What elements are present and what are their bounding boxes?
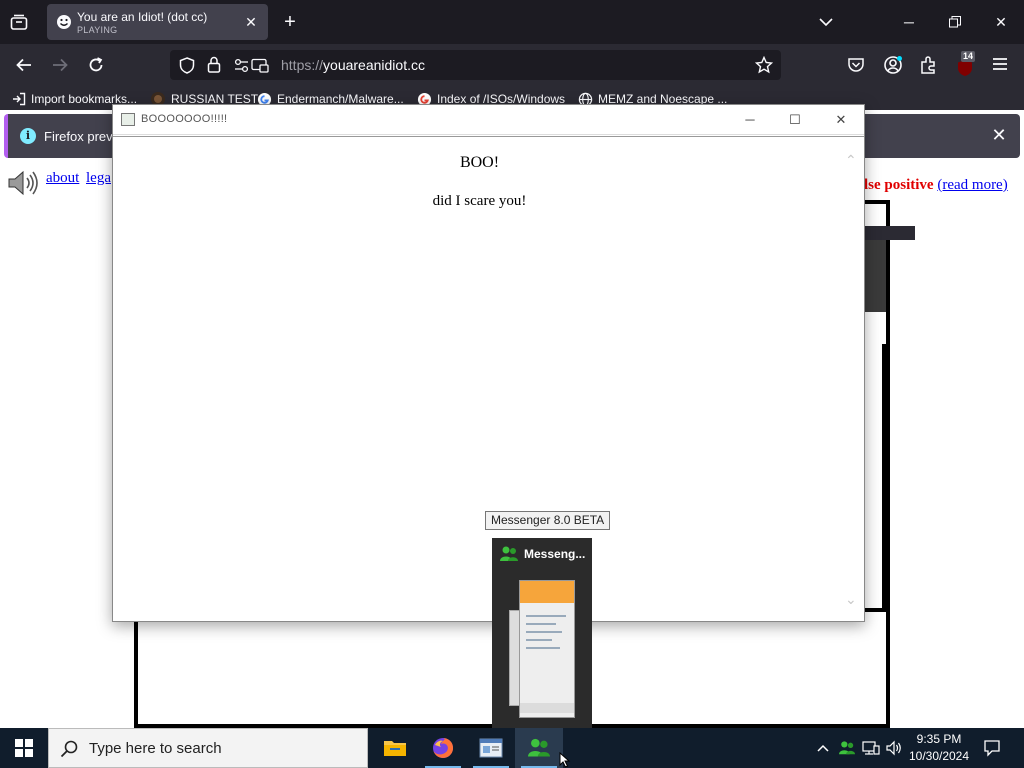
popup-close-button[interactable]: ✕ bbox=[821, 109, 861, 131]
pocket-icon[interactable] bbox=[847, 56, 865, 74]
network-icon bbox=[862, 741, 880, 755]
windows-taskbar: Type here to search 9:35 PM 10/30/2024 bbox=[0, 728, 1024, 768]
tabs-list-icon bbox=[10, 14, 28, 30]
volume-tray-button[interactable] bbox=[884, 728, 904, 768]
taskbar-tooltip: Messenger 8.0 BETA bbox=[485, 511, 611, 530]
thumbnail-preview-line bbox=[526, 631, 562, 633]
chevron-down-icon[interactable] bbox=[817, 13, 835, 31]
arrow-left-icon bbox=[16, 58, 31, 72]
show-hidden-icons-button[interactable] bbox=[814, 728, 832, 768]
about-link[interactable]: about bbox=[46, 170, 79, 187]
thumbnail-preview-footer bbox=[520, 703, 574, 713]
popup-heading: BOO! bbox=[459, 154, 500, 171]
false-positive-notice: lse positive (read more) bbox=[864, 177, 1008, 194]
clock-date: 10/30/2024 bbox=[908, 749, 970, 763]
system-clock[interactable]: 9:35 PM 10/30/2024 bbox=[905, 731, 973, 765]
tab-title: You are an Idiot! (dot cc) bbox=[77, 10, 208, 24]
legal-link[interactable]: lega bbox=[86, 170, 111, 187]
false-positive-text: lse positive bbox=[864, 177, 934, 193]
window-app-icon bbox=[121, 113, 135, 126]
lock-icon[interactable] bbox=[207, 56, 221, 73]
tab-strip: You are an Idiot! (dot cc) PLAYING ✕ + ─… bbox=[0, 0, 1024, 44]
app-window-taskbar-button[interactable] bbox=[467, 728, 515, 768]
shield-icon[interactable] bbox=[179, 57, 195, 74]
close-tab-icon[interactable]: ✕ bbox=[243, 14, 259, 30]
minimize-button[interactable]: ─ bbox=[886, 8, 932, 36]
list-all-tabs-button[interactable] bbox=[8, 11, 30, 33]
action-center-button[interactable] bbox=[978, 728, 1006, 768]
search-placeholder: Type here to search bbox=[89, 740, 222, 757]
messenger-icon bbox=[528, 738, 550, 757]
messenger-tray-icon bbox=[839, 741, 855, 755]
thumbnail-preview-header bbox=[520, 581, 574, 603]
read-more-link[interactable]: (read more) bbox=[937, 177, 1007, 193]
scroll-down-icon[interactable]: ⌄ bbox=[845, 591, 857, 608]
screen: You are an Idiot! (dot cc) PLAYING ✕ + ─… bbox=[0, 0, 1024, 768]
url-bar[interactable]: https://youareanidiot.cc bbox=[170, 50, 781, 80]
info-icon: i bbox=[20, 128, 36, 144]
tab-active[interactable]: You are an Idiot! (dot cc) PLAYING ✕ bbox=[47, 4, 268, 40]
popup-title: BOOOOOOO!!!!! bbox=[141, 113, 228, 125]
permissions-icon[interactable] bbox=[234, 58, 270, 73]
tab-playing-label: PLAYING bbox=[77, 25, 118, 35]
mouse-cursor-icon bbox=[559, 752, 571, 768]
volume-icon bbox=[886, 740, 901, 756]
thumbnail-window-preview bbox=[519, 580, 575, 718]
boo-popup-window[interactable]: BOOOOOOO!!!!! ─ ☐ ✕ BOO! did I scare you… bbox=[112, 104, 865, 622]
popup-titlebar[interactable]: BOOOOOOO!!!!! ─ ☐ ✕ bbox=[113, 105, 864, 135]
firefox-taskbar-button[interactable] bbox=[419, 728, 467, 768]
extension-badge: 14 bbox=[961, 51, 976, 62]
file-explorer-button[interactable] bbox=[371, 728, 419, 768]
url-scheme: https:// bbox=[281, 57, 324, 73]
new-tab-button[interactable]: + bbox=[280, 12, 300, 32]
messenger-thumbnail-preview[interactable]: Messeng... bbox=[492, 538, 592, 728]
restore-icon bbox=[949, 16, 961, 28]
restore-button[interactable] bbox=[932, 8, 978, 36]
hamburger-menu-icon[interactable] bbox=[991, 56, 1009, 72]
navigation-toolbar: https://youareanidiot.cc 14 bbox=[0, 44, 1024, 86]
forward-button[interactable] bbox=[46, 52, 74, 78]
messenger-tray-button[interactable] bbox=[836, 728, 858, 768]
folder-icon bbox=[384, 741, 406, 756]
close-window-button[interactable]: ✕ bbox=[978, 8, 1024, 36]
popup-minimize-button[interactable]: ─ bbox=[730, 109, 770, 131]
thumbnail-preview-line bbox=[526, 647, 560, 649]
star-bookmark-icon[interactable] bbox=[755, 56, 773, 74]
arrow-right-icon bbox=[53, 58, 68, 72]
scroll-up-icon[interactable]: ⌃ bbox=[845, 152, 857, 169]
thumbnail-preview-line bbox=[526, 639, 552, 641]
popup-content: BOO! did I scare you! ⌃ ⌄ bbox=[113, 136, 864, 621]
popup-message: did I scare you! bbox=[432, 193, 527, 209]
clock-time: 9:35 PM bbox=[916, 732, 962, 746]
back-button[interactable] bbox=[10, 52, 38, 78]
speaker-icon[interactable] bbox=[6, 168, 40, 198]
url-text[interactable]: https://youareanidiot.cc bbox=[281, 57, 425, 73]
application-window-icon bbox=[479, 738, 503, 758]
popup-maximize-button[interactable]: ☐ bbox=[775, 109, 815, 131]
import-icon bbox=[13, 92, 26, 106]
ublock-extension-button[interactable]: 14 bbox=[955, 51, 979, 79]
firefox-icon bbox=[433, 737, 454, 758]
messenger-taskbar-button[interactable] bbox=[515, 728, 563, 768]
search-icon bbox=[60, 740, 78, 758]
background-window-titlebar bbox=[864, 226, 915, 240]
close-notification-icon[interactable]: ✕ bbox=[990, 126, 1008, 144]
thumbnail-preview-line bbox=[526, 623, 556, 625]
thumbnail-preview-line bbox=[526, 615, 566, 617]
account-icon[interactable] bbox=[883, 55, 903, 75]
notification-icon bbox=[984, 740, 1000, 757]
taskbar-search-box[interactable]: Type here to search bbox=[48, 728, 368, 768]
network-tray-button[interactable] bbox=[860, 728, 882, 768]
start-button[interactable] bbox=[0, 728, 48, 768]
reload-icon bbox=[89, 57, 103, 72]
extensions-icon[interactable] bbox=[920, 55, 938, 75]
reload-button[interactable] bbox=[82, 52, 110, 78]
windows-logo-icon bbox=[15, 739, 33, 757]
messenger-icon bbox=[500, 546, 518, 561]
smiley-favicon-icon bbox=[57, 15, 71, 29]
thumbnail-title: Messeng... bbox=[524, 547, 586, 561]
chevron-up-icon bbox=[817, 744, 829, 752]
background-window-dark-panel bbox=[864, 240, 886, 312]
url-host: youareanidiot.cc bbox=[323, 57, 425, 73]
